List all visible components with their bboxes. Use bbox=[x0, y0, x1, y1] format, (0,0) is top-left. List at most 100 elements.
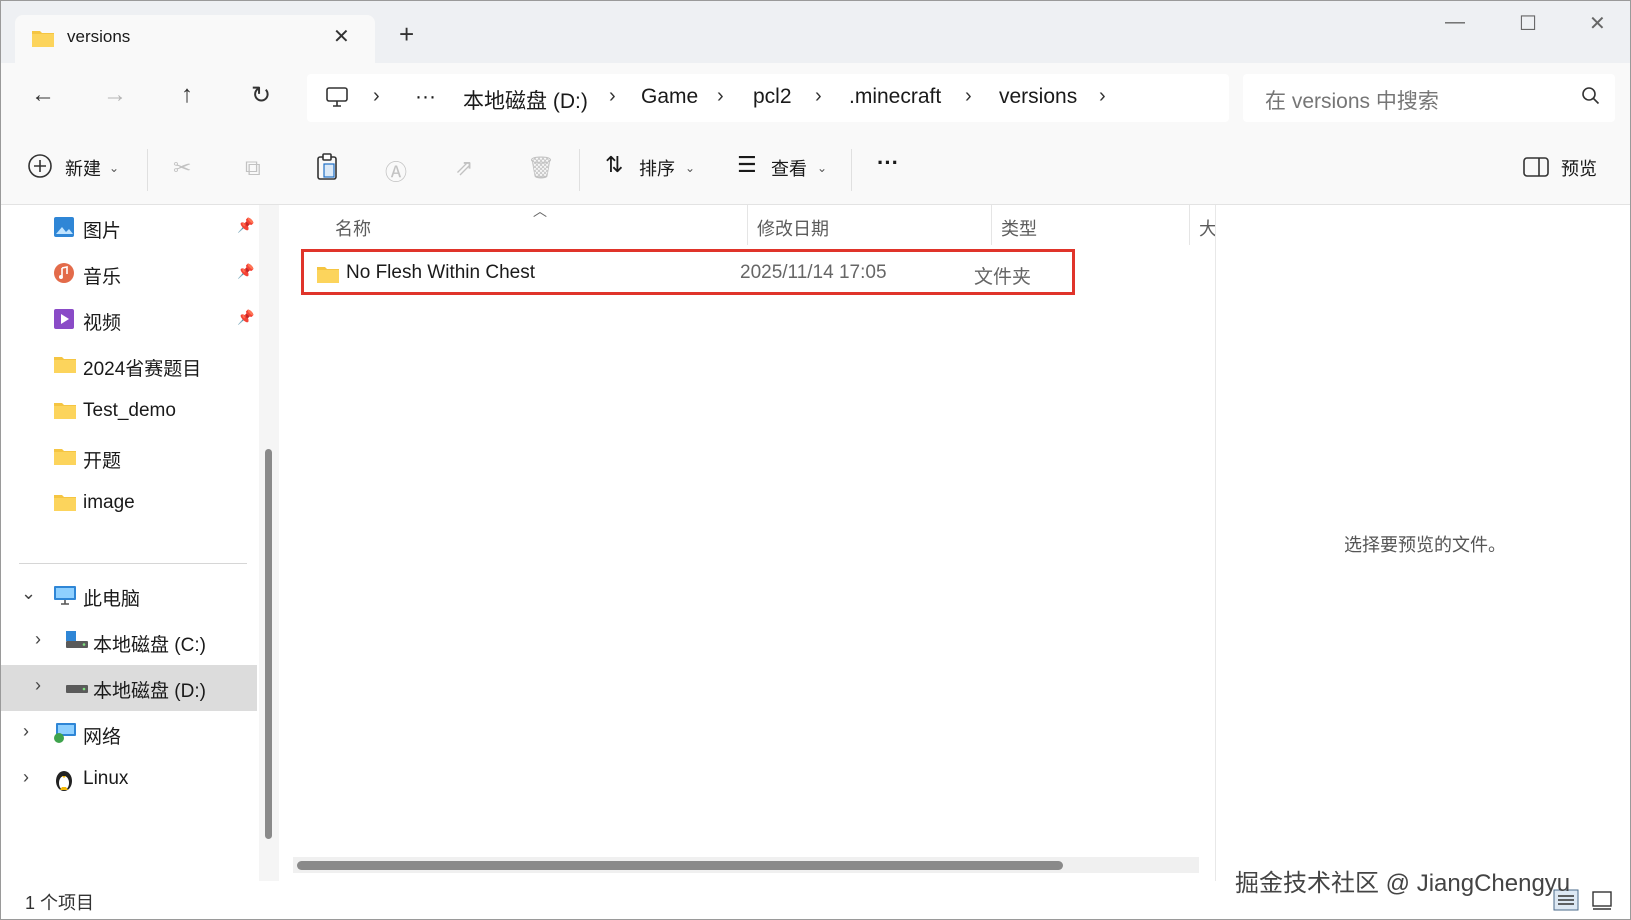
sort-icon[interactable]: ⇅ bbox=[605, 152, 623, 178]
network-icon bbox=[53, 722, 77, 749]
column-header-type[interactable]: 类型 bbox=[1001, 215, 1037, 241]
chevron-right-icon[interactable]: › bbox=[815, 85, 822, 108]
chevron-right-icon[interactable]: › bbox=[609, 85, 616, 108]
breadcrumb-game[interactable]: Game bbox=[641, 85, 698, 109]
search-box[interactable]: 在 versions 中搜索 bbox=[1243, 74, 1615, 122]
chevron-down-icon[interactable]: ⌄ bbox=[817, 161, 827, 175]
breadcrumb-versions[interactable]: versions bbox=[999, 85, 1077, 109]
sidebar-item-folder[interactable]: 2024省赛题目 bbox=[1, 343, 257, 389]
breadcrumb-pcl2[interactable]: pcl2 bbox=[753, 85, 792, 109]
sidebar-item-label: Linux bbox=[83, 768, 129, 789]
column-divider[interactable] bbox=[1189, 205, 1190, 245]
sidebar-item-label: 开题 bbox=[83, 451, 122, 472]
sort-ascending-icon: ︿ bbox=[533, 203, 547, 219]
search-icon[interactable] bbox=[1581, 86, 1601, 111]
sidebar-item-label: Test_demo bbox=[83, 400, 176, 421]
drive-c-icon bbox=[65, 630, 89, 655]
view-button[interactable]: 查看 bbox=[771, 155, 807, 181]
folder-icon bbox=[31, 28, 55, 53]
tab-versions[interactable]: versions ✕ bbox=[15, 15, 375, 65]
column-header-size[interactable]: 大 bbox=[1199, 215, 1215, 241]
toolbar-divider bbox=[851, 149, 852, 191]
pin-icon: 📌 bbox=[237, 309, 255, 325]
column-divider[interactable] bbox=[747, 205, 748, 245]
sidebar-item-label: image bbox=[83, 492, 135, 513]
sidebar-item-this-pc[interactable]: ⌄ 此电脑 bbox=[1, 573, 257, 619]
sidebar-item-network[interactable]: › 网络 bbox=[1, 711, 257, 757]
column-divider[interactable] bbox=[991, 205, 992, 245]
sidebar-scrollbar[interactable] bbox=[259, 205, 279, 881]
close-window-button[interactable]: ✕ bbox=[1589, 11, 1606, 36]
sidebar-item-drive-c[interactable]: › 本地磁盘 (C:) bbox=[1, 619, 257, 665]
title-bar: versions ✕ + — ☐ ✕ bbox=[1, 1, 1630, 65]
file-name[interactable]: No Flesh Within Chest bbox=[346, 262, 535, 284]
paste-icon[interactable] bbox=[315, 153, 339, 186]
breadcrumb-minecraft[interactable]: .minecraft bbox=[849, 85, 941, 109]
preview-message: 选择要预览的文件。 bbox=[1344, 535, 1506, 555]
search-input[interactable]: 在 versions 中搜索 bbox=[1265, 85, 1439, 115]
new-plus-icon[interactable] bbox=[27, 153, 53, 184]
folder-icon bbox=[316, 264, 340, 289]
file-explorer-window: versions ✕ + — ☐ ✕ ← → ↑ ↻ › ··· 本地磁盘 (D… bbox=[0, 0, 1631, 920]
sidebar-scrollbar-thumb[interactable] bbox=[265, 449, 272, 839]
share-icon[interactable]: ⇗ bbox=[455, 155, 473, 181]
back-arrow-icon[interactable]: ← bbox=[27, 81, 59, 109]
chevron-down-icon[interactable]: ⌄ bbox=[21, 583, 36, 604]
cut-icon[interactable]: ✂ bbox=[173, 155, 191, 181]
sidebar-item-folder[interactable]: image bbox=[1, 481, 257, 527]
sidebar-item-label: 本地磁盘 (C:) bbox=[93, 635, 206, 656]
breadcrumb-overflow[interactable]: ··· bbox=[415, 85, 436, 109]
delete-icon[interactable]: 🗑 bbox=[527, 155, 555, 181]
file-type: 文件夹 bbox=[974, 267, 1032, 288]
forward-arrow-icon[interactable]: → bbox=[99, 81, 131, 109]
minimize-button[interactable]: — bbox=[1445, 11, 1465, 34]
chevron-right-icon[interactable]: › bbox=[717, 85, 724, 108]
refresh-icon[interactable]: ↻ bbox=[245, 81, 277, 110]
column-header-modified[interactable]: 修改日期 bbox=[757, 215, 829, 241]
sidebar-item-folder[interactable]: Test_demo bbox=[1, 389, 257, 435]
sidebar-item-folder[interactable]: 开题 bbox=[1, 435, 257, 481]
sidebar-item-pictures[interactable]: 图片 📌 bbox=[1, 205, 257, 251]
up-arrow-icon[interactable]: ↑ bbox=[171, 81, 203, 109]
chevron-right-icon[interactable]: › bbox=[23, 721, 29, 742]
chevron-right-icon[interactable]: › bbox=[965, 85, 972, 108]
sidebar-item-linux[interactable]: › Linux bbox=[1, 757, 257, 803]
address-bar[interactable]: › ··· 本地磁盘 (D:) › Game › pcl2 › .minecra… bbox=[307, 74, 1229, 122]
maximize-button[interactable]: ☐ bbox=[1519, 11, 1537, 36]
navigation-pane: 图片 📌 音乐 📌 视频 📌 2024省赛题目 Test_demo 开题 ima… bbox=[1, 205, 259, 881]
sidebar-item-music[interactable]: 音乐 📌 bbox=[1, 251, 257, 297]
more-options-button[interactable]: ··· bbox=[877, 150, 899, 176]
preview-pane-icon[interactable] bbox=[1523, 157, 1549, 182]
column-header-name[interactable]: 名称 bbox=[335, 215, 371, 241]
new-tab-button[interactable]: + bbox=[399, 19, 414, 50]
rename-icon[interactable]: Ⓐ bbox=[385, 155, 407, 187]
file-list: ︿ 名称 修改日期 类型 大 No Flesh Within Chest 202… bbox=[283, 203, 1215, 881]
tiles-view-icon[interactable] bbox=[1591, 889, 1613, 916]
sidebar-item-drive-d[interactable]: › 本地磁盘 (D:) bbox=[1, 665, 257, 711]
computer-icon bbox=[53, 584, 77, 611]
computer-icon[interactable] bbox=[325, 86, 349, 113]
chevron-right-icon[interactable]: › bbox=[1099, 85, 1106, 108]
horizontal-scrollbar[interactable] bbox=[293, 857, 1199, 873]
videos-icon bbox=[53, 308, 75, 335]
table-row[interactable]: No Flesh Within Chest 2025/11/14 17:05 文… bbox=[301, 249, 1075, 295]
music-icon bbox=[53, 262, 75, 289]
pin-icon: 📌 bbox=[237, 263, 255, 279]
chevron-right-icon[interactable]: › bbox=[35, 675, 41, 696]
horizontal-scrollbar-thumb[interactable] bbox=[297, 861, 1063, 870]
sidebar-item-videos[interactable]: 视频 📌 bbox=[1, 297, 257, 343]
chevron-right-icon[interactable]: › bbox=[23, 767, 29, 788]
tab-close-button[interactable]: ✕ bbox=[333, 24, 350, 49]
chevron-down-icon[interactable]: ⌄ bbox=[109, 161, 119, 175]
chevron-right-icon[interactable]: › bbox=[35, 629, 41, 650]
chevron-right-icon[interactable]: › bbox=[373, 85, 380, 108]
toolbar-divider bbox=[579, 149, 580, 191]
view-icon[interactable]: ☰ bbox=[737, 152, 757, 178]
preview-button[interactable]: 预览 bbox=[1561, 155, 1597, 181]
copy-icon[interactable]: ⧉ bbox=[245, 155, 261, 181]
new-button[interactable]: 新建 bbox=[65, 155, 101, 181]
chevron-down-icon[interactable]: ⌄ bbox=[685, 161, 695, 175]
sidebar-item-label: 视频 bbox=[83, 313, 122, 334]
breadcrumb-drive-d[interactable]: 本地磁盘 (D:) bbox=[463, 85, 588, 115]
sort-button[interactable]: 排序 bbox=[639, 155, 675, 181]
